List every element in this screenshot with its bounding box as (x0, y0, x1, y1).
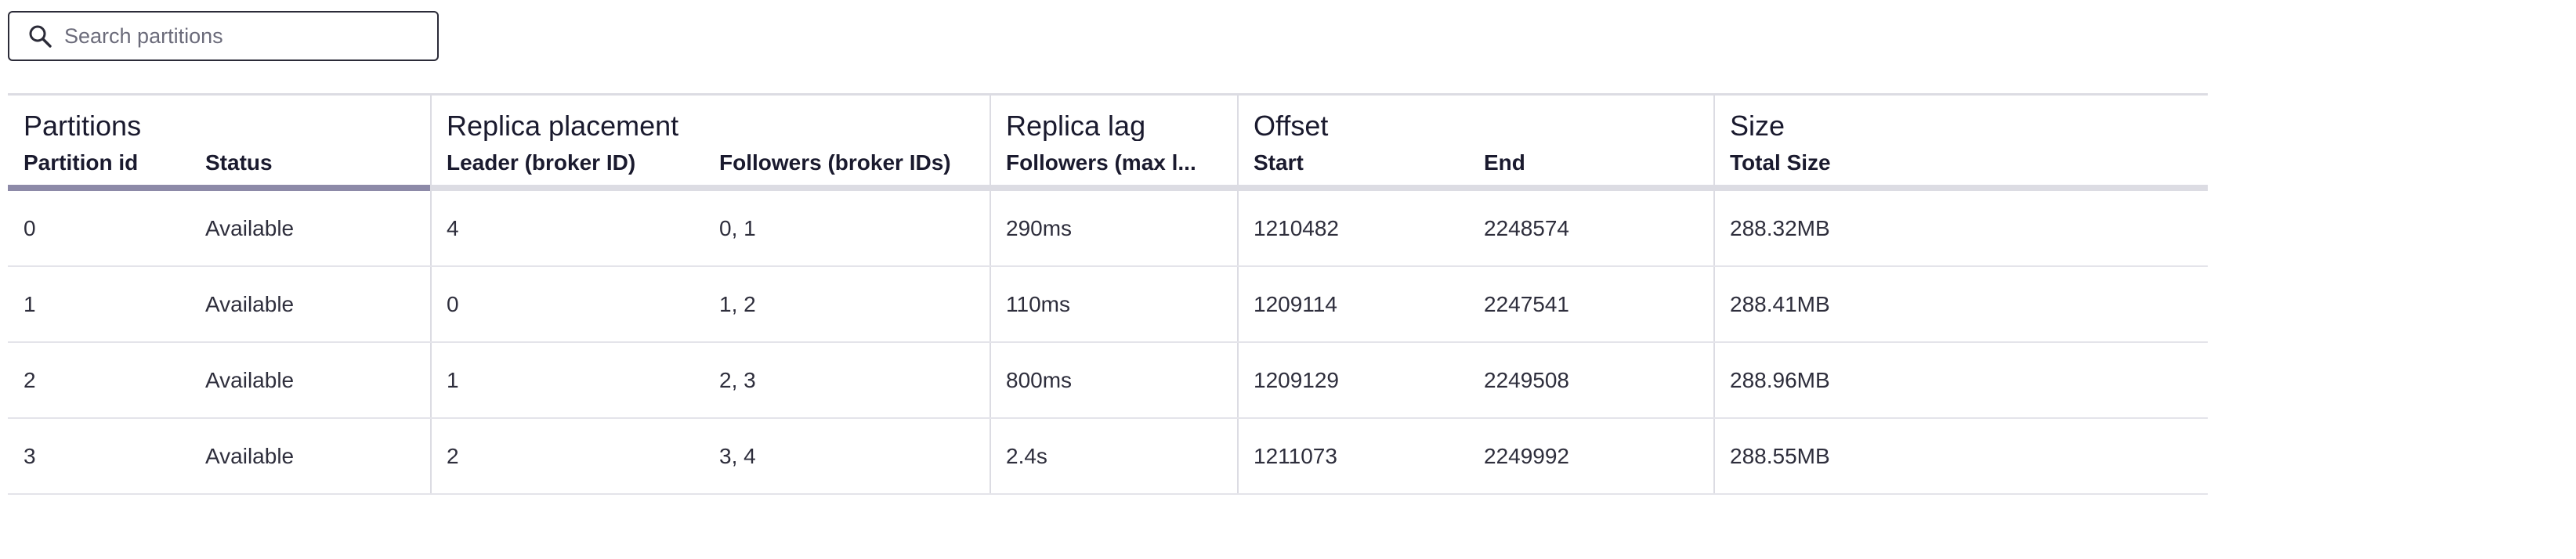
table-body: 0 Available 4 0, 1 290ms 1210482 2248574… (8, 191, 2208, 495)
cell-total-size: 288.41MB (1730, 291, 1830, 316)
cell-offset-start: 1210482 (1254, 215, 1340, 240)
column-header-leader[interactable]: Leader (broker ID) (431, 141, 704, 185)
active-column-indicator (8, 185, 430, 191)
table-row[interactable]: 3 Available 2 3, 4 2.4s 1211073 2249992 … (8, 419, 2208, 495)
search-box[interactable] (8, 11, 439, 61)
group-replica-lag: Replica lag (1006, 110, 1146, 141)
cell-total-size: 288.96MB (1730, 367, 1830, 392)
cell-partition-id: 0 (24, 215, 36, 240)
cell-replica-lag: 800ms (1006, 367, 1073, 392)
cell-offset-start: 1211073 (1254, 443, 1337, 468)
cell-status: Available (205, 215, 295, 240)
cell-offset-end: 2247541 (1484, 291, 1570, 316)
search-icon (27, 23, 53, 49)
column-group-row: Partitions Replica placement Replica lag… (8, 96, 2208, 141)
cell-total-size: 288.55MB (1730, 443, 1830, 468)
partitions-table: Partitions Replica placement Replica lag… (8, 93, 2208, 495)
search-input[interactable] (63, 23, 426, 49)
table-row[interactable]: 1 Available 0 1, 2 110ms 1209114 2247541… (8, 267, 2208, 343)
cell-followers: 0, 1 (719, 215, 756, 240)
table-row[interactable]: 0 Available 4 0, 1 290ms 1210482 2248574… (8, 191, 2208, 267)
cell-offset-end: 2249992 (1484, 443, 1570, 468)
column-header-offset-end[interactable]: End (1468, 141, 1714, 185)
cell-leader: 0 (447, 291, 459, 316)
cell-status: Available (205, 367, 295, 392)
column-header-offset-start[interactable]: Start (1238, 141, 1468, 185)
group-replica-placement: Replica placement (447, 110, 679, 141)
cell-offset-end: 2249508 (1484, 367, 1570, 392)
column-header-row: Partition id Status Leader (broker ID) F… (8, 141, 2208, 185)
cell-status: Available (205, 291, 295, 316)
cell-followers: 1, 2 (719, 291, 756, 316)
cell-leader: 2 (447, 443, 459, 468)
group-partitions: Partitions (24, 110, 142, 141)
cell-followers: 3, 4 (719, 443, 756, 468)
column-header-replica-lag[interactable]: Followers (max l... (990, 141, 1238, 185)
cell-replica-lag: 290ms (1006, 215, 1073, 240)
group-offset: Offset (1254, 110, 1329, 141)
column-header-status[interactable]: Status (190, 141, 431, 185)
cell-partition-id: 3 (24, 443, 36, 468)
column-header-partition-id[interactable]: Partition id (8, 141, 190, 185)
cell-replica-lag: 2.4s (1006, 443, 1047, 468)
cell-offset-end: 2248574 (1484, 215, 1570, 240)
table-header: Partitions Replica placement Replica lag… (8, 96, 2208, 185)
cell-followers: 2, 3 (719, 367, 756, 392)
cell-total-size: 288.32MB (1730, 215, 1830, 240)
cell-replica-lag: 110ms (1006, 291, 1070, 316)
cell-leader: 1 (447, 367, 459, 392)
cell-offset-start: 1209114 (1254, 291, 1337, 316)
table-row[interactable]: 2 Available 1 2, 3 800ms 1209129 2249508… (8, 343, 2208, 419)
cell-partition-id: 1 (24, 291, 36, 316)
partitions-page: Partitions Replica placement Replica lag… (0, 0, 2576, 559)
group-size: Size (1730, 110, 1785, 141)
cell-partition-id: 2 (24, 367, 36, 392)
column-header-total-size[interactable]: Total Size (1714, 141, 2208, 185)
header-underline (8, 185, 2208, 191)
cell-leader: 4 (447, 215, 459, 240)
cell-offset-start: 1209129 (1254, 367, 1340, 392)
column-header-followers[interactable]: Followers (broker IDs) (704, 141, 990, 185)
cell-status: Available (205, 443, 295, 468)
